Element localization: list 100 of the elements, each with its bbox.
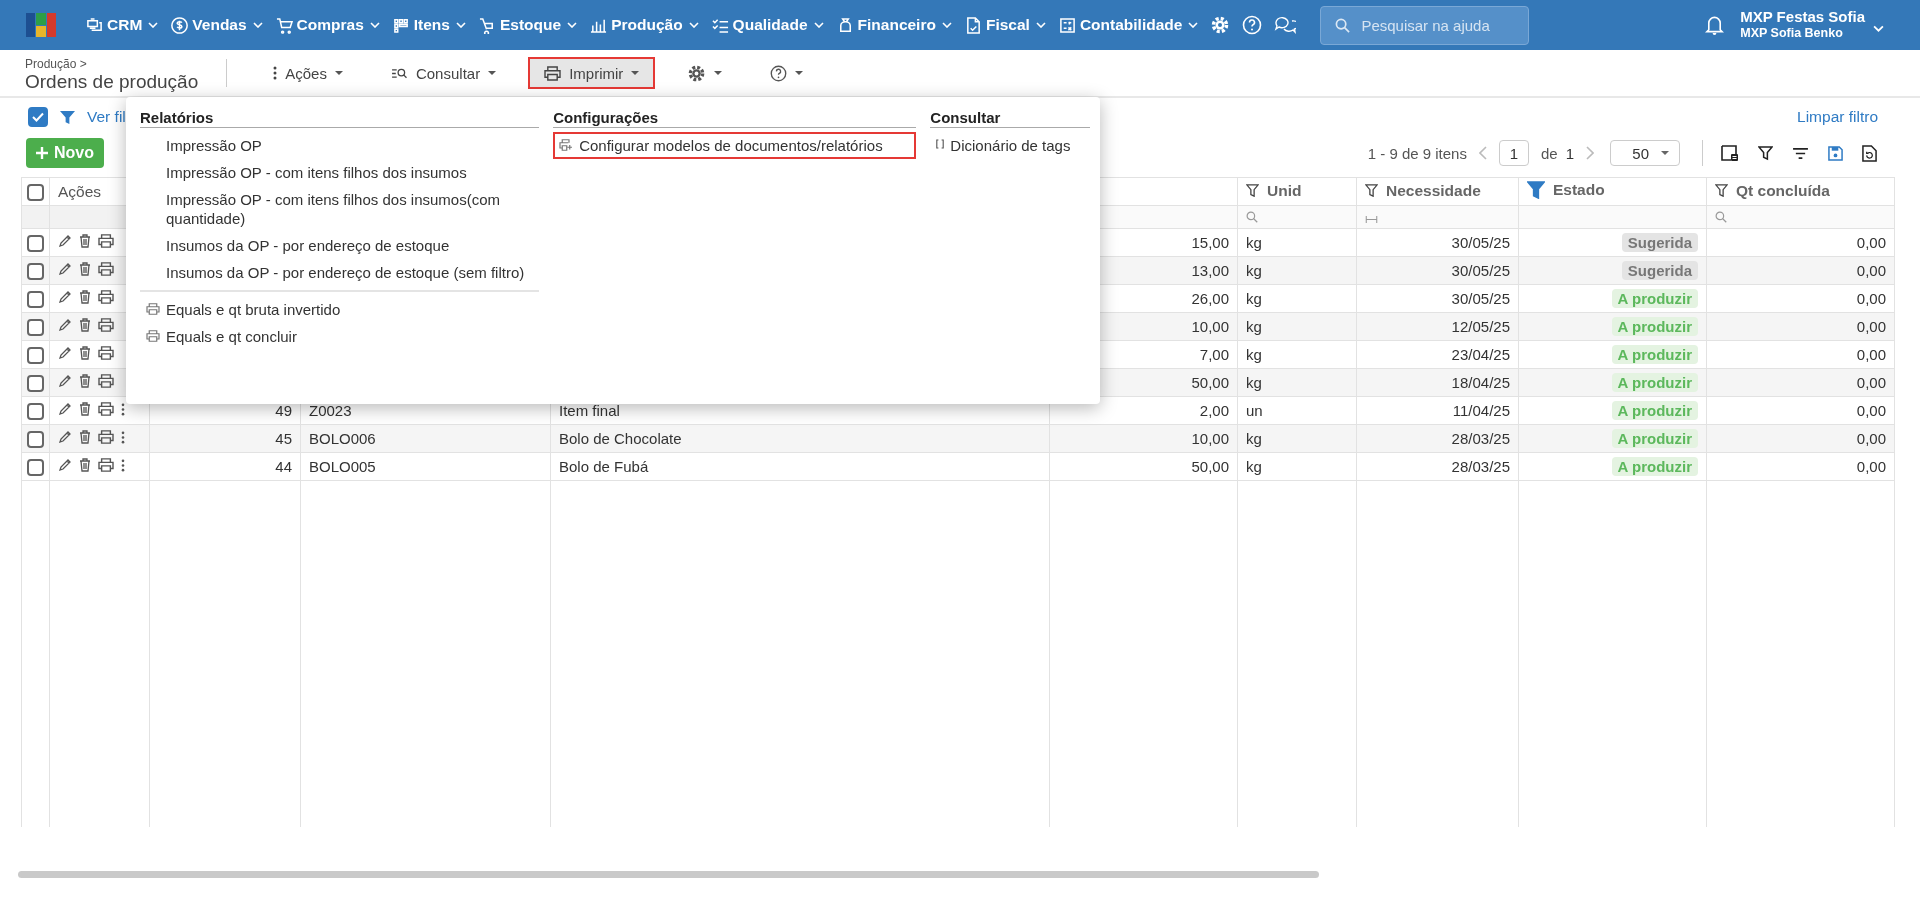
pencil-icon[interactable] xyxy=(58,458,72,472)
page-number-field[interactable]: 1 xyxy=(1498,140,1529,166)
breadcrumb[interactable]: Produção > xyxy=(25,56,199,73)
sort-lines-icon[interactable] xyxy=(1792,146,1809,160)
table-cell: un xyxy=(1246,402,1263,419)
bell-icon[interactable] xyxy=(1705,14,1725,36)
nav-menu-item[interactable]: Produção xyxy=(590,16,699,34)
row-checkbox[interactable] xyxy=(27,318,44,336)
toolbar-button[interactable]: Ações xyxy=(257,57,359,89)
trash-icon[interactable] xyxy=(79,234,91,248)
menu-item[interactable]: Configurar modelos de documentos/relatórios xyxy=(553,132,917,159)
filter-icon[interactable] xyxy=(1365,184,1378,198)
printer-icon[interactable] xyxy=(98,318,114,332)
menu-item[interactable]: Insumos da OP - por endereço de estoque (sem filtro) xyxy=(140,259,540,286)
toolbar-button[interactable]: Consultar xyxy=(374,57,513,89)
trash-icon[interactable] xyxy=(79,458,91,472)
nav-menu-item[interactable]: Qualidade xyxy=(711,16,824,34)
filter-icon[interactable] xyxy=(1758,145,1773,161)
logo-icon[interactable] xyxy=(26,13,56,37)
pencil-icon[interactable] xyxy=(58,346,72,360)
toolbar-button[interactable]: Imprimir xyxy=(528,57,656,89)
pencil-icon[interactable] xyxy=(58,318,72,332)
trash-icon[interactable] xyxy=(79,318,91,332)
row-checkbox[interactable] xyxy=(27,458,44,476)
row-checkbox[interactable] xyxy=(27,402,44,420)
company-name[interactable]: MXP Festas Sofia xyxy=(1740,9,1865,25)
row-checkbox[interactable] xyxy=(27,290,44,308)
page-total: 1 xyxy=(1565,144,1574,162)
document-reset-icon[interactable] xyxy=(1862,144,1877,162)
trash-icon[interactable] xyxy=(79,346,91,360)
table-cell: 0,00 xyxy=(1856,374,1886,391)
menu-item[interactable]: Insumos da OP - por endereço de estoque xyxy=(140,232,540,259)
help-icon[interactable] xyxy=(1242,15,1263,35)
search-icon[interactable] xyxy=(1246,210,1258,223)
table-cell: 0,00 xyxy=(1856,262,1886,279)
kebab-icon[interactable] xyxy=(121,430,125,444)
horizontal-scrollbar[interactable] xyxy=(18,871,1319,878)
kebab-icon[interactable] xyxy=(121,458,125,472)
menu-item[interactable]: Impressão OP - com itens filhos dos insumos(com quantidade) xyxy=(140,186,540,232)
nav-menu-item[interactable]: Itens xyxy=(392,16,466,34)
filter-link[interactable]: Ver fil xyxy=(87,108,126,126)
trash-icon[interactable] xyxy=(79,374,91,388)
printer-icon[interactable] xyxy=(98,402,114,416)
pencil-icon[interactable] xyxy=(58,262,72,276)
select-all-checkbox[interactable] xyxy=(27,183,44,201)
row-checkbox[interactable] xyxy=(27,346,44,364)
kebab-icon[interactable] xyxy=(121,402,125,416)
table-cell: 44 xyxy=(275,458,292,475)
filter-active-icon[interactable] xyxy=(1527,180,1545,199)
search-icon[interactable] xyxy=(1715,210,1727,223)
printer-icon[interactable] xyxy=(98,430,114,444)
trash-icon[interactable] xyxy=(79,402,91,416)
printer-icon[interactable] xyxy=(98,262,114,276)
status-badge: A produzir xyxy=(1611,317,1698,336)
nav-menu-item[interactable]: Estoque xyxy=(478,16,578,34)
help-search-field[interactable]: Pesquisar na ajuda xyxy=(1320,5,1530,45)
printer-plus-icon xyxy=(559,139,574,151)
pencil-icon[interactable] xyxy=(58,290,72,304)
row-checkbox[interactable] xyxy=(27,430,44,448)
range-icon[interactable] xyxy=(1365,215,1378,223)
menu-item[interactable]: Equals e qt bruta invertido xyxy=(140,296,540,323)
nav-menu-item[interactable]: Fiscal xyxy=(964,16,1046,34)
chat-icon[interactable] xyxy=(1274,15,1297,35)
trash-icon[interactable] xyxy=(79,430,91,444)
save-icon[interactable] xyxy=(1828,145,1843,161)
printer-icon[interactable] xyxy=(98,290,114,304)
menu-item[interactable]: Equals e qt concluir xyxy=(140,323,540,350)
nav-menu-item[interactable]: Vendas xyxy=(171,16,263,34)
pencil-icon[interactable] xyxy=(58,402,72,416)
chevron-down-icon[interactable] xyxy=(1873,24,1884,32)
settings-icon[interactable] xyxy=(1210,15,1231,35)
nav-menu-item[interactable]: CRM xyxy=(86,16,159,34)
nav-menu-item[interactable]: Financeiro xyxy=(836,16,952,34)
menu-item[interactable]: Impressão OP xyxy=(140,132,540,159)
nav-menu-item[interactable]: Compras xyxy=(275,16,380,34)
table-cell: 18/04/25 xyxy=(1451,374,1510,391)
clear-filter-link[interactable]: Limpar filtro xyxy=(1797,108,1878,126)
printer-icon[interactable] xyxy=(98,374,114,388)
row-checkbox[interactable] xyxy=(27,374,44,392)
checkbox[interactable] xyxy=(28,107,48,127)
column-chooser-icon[interactable] xyxy=(1721,144,1739,162)
nav-menu-item[interactable]: Contabilidade xyxy=(1058,16,1199,34)
filter-icon[interactable] xyxy=(1246,184,1259,198)
trash-icon[interactable] xyxy=(79,262,91,276)
page-size-select[interactable]: 50 xyxy=(1610,140,1680,166)
row-checkbox[interactable] xyxy=(27,262,44,280)
pencil-icon[interactable] xyxy=(58,234,72,248)
trash-icon[interactable] xyxy=(79,290,91,304)
row-checkbox[interactable] xyxy=(27,234,44,252)
menu-item[interactable]: Dicionário de tags xyxy=(930,132,1090,159)
menu-item[interactable]: Impressão OP - com itens filhos dos insumos xyxy=(140,159,540,186)
filter-icon[interactable] xyxy=(1715,184,1728,198)
printer-icon[interactable] xyxy=(98,458,114,472)
printer-icon[interactable] xyxy=(98,346,114,360)
pencil-icon[interactable] xyxy=(58,430,72,444)
table-cell: 23/04/25 xyxy=(1451,346,1510,363)
pencil-icon[interactable] xyxy=(58,374,72,388)
printer-icon[interactable] xyxy=(98,234,114,248)
user-name[interactable]: MXP Sofia Benko xyxy=(1740,25,1865,41)
caret-icon xyxy=(795,71,804,75)
